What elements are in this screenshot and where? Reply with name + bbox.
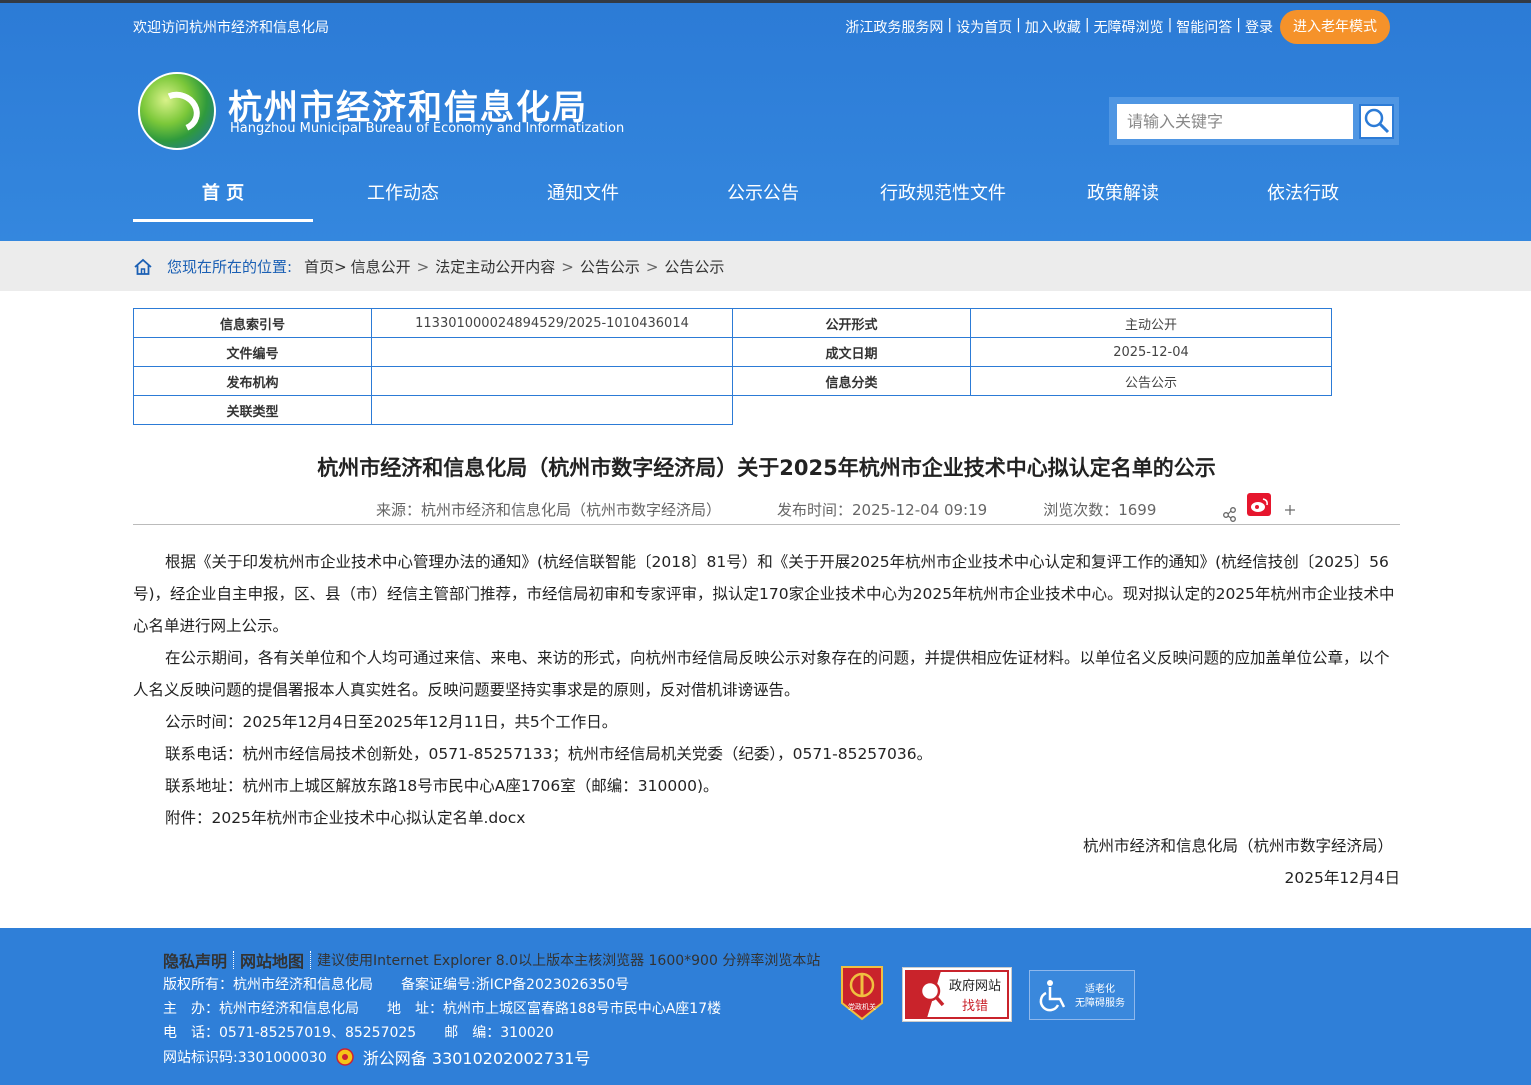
accessibility-text-1: 适老化 — [1085, 982, 1115, 995]
breadcrumb: 您现在所在的位置: 首页> 信息公开 > 法定主动公开内容 > 公告公示 > 公… — [133, 256, 724, 277]
breadcrumb-statutory[interactable]: 法定主动公开内容 — [435, 256, 555, 277]
search-icon — [1364, 108, 1390, 134]
elder-mode-button[interactable]: 进入老年模式 — [1280, 10, 1390, 44]
meta-value: 113301000024894529/2025-1010436014 — [371, 308, 733, 338]
footer-browser-note: 建议使用Internet Explorer 8.0以上版本主核浏览器 1600*… — [317, 953, 821, 969]
meta-key: 发布机构 — [133, 366, 372, 396]
search-button[interactable] — [1359, 104, 1394, 139]
nav-home[interactable]: 首 页 — [133, 172, 313, 222]
footer-privacy-link[interactable]: 隐私声明 — [163, 948, 227, 972]
meta-key: 信息索引号 — [133, 308, 372, 338]
article-source: 来源：杭州市经济和信息化局（杭州市数字经济局） — [376, 501, 722, 519]
meta-value — [371, 395, 733, 425]
breadcrumb-info-public[interactable]: 信息公开 — [351, 256, 411, 277]
gov-error-icon: 政府网站 找错 — [905, 970, 1009, 1019]
article-title: 杭州市经济和信息化局（杭州市数字经济局）关于2025年杭州市企业技术中心拟认定名… — [317, 456, 1216, 480]
top-link-accessibility[interactable]: 无障碍浏览 — [1094, 17, 1164, 37]
party-gov-badge[interactable]: 党政机关 — [836, 963, 888, 1023]
party-gov-text: 党政机关 — [848, 1002, 876, 1011]
top-link-set-home[interactable]: 设为首页 — [956, 17, 1012, 37]
table-row: 发布机构 信息分类 公告公示 — [133, 366, 1332, 396]
meta-value: 主动公开 — [970, 308, 1332, 338]
top-link-smart-qa[interactable]: 智能问答 — [1176, 17, 1232, 37]
footer-host: 主 办：杭州市经济和信息化局 地 址：杭州市上城区富春路188号市民中心A座17… — [163, 1001, 722, 1017]
footer-sitemap-link[interactable]: 网站地图 — [240, 948, 304, 972]
meta-value: 2025-12-04 — [970, 337, 1332, 367]
article-sign-date: 2025年12月4日 — [1284, 869, 1400, 887]
nav-regulations[interactable]: 行政规范性文件 — [853, 172, 1033, 222]
more-share-icon[interactable] — [1285, 505, 1295, 515]
accessibility-text-2: 无障碍服务 — [1075, 996, 1125, 1009]
article-paragraph: 联系电话：杭州市经信局技术创新处，0571-85257133；杭州市经信局机关党… — [165, 745, 933, 763]
nav-policy-interpretation[interactable]: 政策解读 — [1033, 172, 1213, 222]
share-icon[interactable] — [1223, 507, 1236, 522]
footer-site-id: 网站标识码:3301000030 — [163, 1050, 327, 1066]
article-views: 浏览次数：1699 — [1043, 501, 1157, 519]
meta-value — [371, 337, 733, 367]
article-divider — [133, 524, 1400, 525]
gov-error-text-1: 政府网站 — [949, 979, 1001, 994]
top-links: 浙江政务服务网 | 设为首页 | 加入收藏 | 无障碍浏览 | 智能问答 | 登录 — [845, 17, 1273, 37]
footer-ids: 网站标识码:3301000030 浙公网备 33010202002731号 — [163, 1045, 590, 1069]
top-link-login[interactable]: 登录 — [1245, 17, 1273, 37]
article-body: 根据《关于印发杭州市企业技术中心管理办法的通知》(杭经信联智能〔2018〕81号… — [133, 546, 1400, 834]
home-icon — [134, 258, 152, 275]
site-subtitle: Hangzhou Municipal Bureau of Economy and… — [230, 121, 625, 136]
elderly-accessibility-badge[interactable]: 适老化 无障碍服务 — [1029, 970, 1135, 1020]
footer-copyright: 版权所有：杭州市经济和信息化局 备案证编号:浙ICP备2023026350号 — [163, 977, 630, 993]
empty-cell — [733, 396, 971, 425]
table-row: 文件编号 成文日期 2025-12-04 — [133, 337, 1332, 367]
footer-links: 隐私声明 网站地图 建议使用Internet Explorer 8.0以上版本主… — [163, 948, 820, 972]
meta-key: 关联类型 — [133, 395, 372, 425]
article-publish-time: 发布时间：2025-12-04 09:19 — [777, 501, 988, 519]
police-badge-icon — [336, 1048, 354, 1066]
meta-key: 成文日期 — [732, 337, 971, 367]
meta-value — [371, 366, 733, 396]
article-paragraph: 根据《关于印发杭州市企业技术中心管理办法的通知》(杭经信联智能〔2018〕81号… — [133, 553, 1395, 635]
breadcrumb-announcement-1[interactable]: 公告公示 — [580, 256, 640, 277]
breadcrumb-separator: > — [561, 257, 574, 276]
nav-work-news[interactable]: 工作动态 — [313, 172, 493, 222]
attachment-link[interactable]: 附件：2025年杭州市企业技术中心拟认定名单.docx — [165, 809, 525, 827]
nav-law-admin[interactable]: 依法行政 — [1213, 172, 1393, 222]
article-paragraph: 公示时间：2025年12月4日至2025年12月11日，共5个工作日。 — [165, 713, 618, 731]
article-signature: 杭州市经济和信息化局（杭州市数字经济局） — [1082, 837, 1393, 855]
top-link-favorite[interactable]: 加入收藏 — [1025, 17, 1081, 37]
gov-site-error-badge[interactable]: 政府网站 找错 — [902, 967, 1012, 1022]
table-row: 信息索引号 113301000024894529/2025-1010436014… — [133, 308, 1332, 338]
nav-announcements[interactable]: 公示公告 — [673, 172, 853, 222]
breadcrumb-announcement-2[interactable]: 公告公示 — [664, 256, 724, 277]
empty-cell — [971, 396, 1332, 425]
welcome-text: 欢迎访问杭州市经济和信息化局 — [133, 20, 329, 36]
search-input[interactable] — [1117, 104, 1353, 139]
party-gov-icon: 党政机关 — [841, 966, 883, 1021]
meta-value: 公告公示 — [970, 366, 1332, 396]
breadcrumb-home[interactable]: 首页> — [304, 256, 347, 277]
meta-key: 公开形式 — [732, 308, 971, 338]
meta-key: 信息分类 — [732, 366, 971, 396]
article-paragraph: 联系地址：杭州市上城区解放东路18号市民中心A座1706室（邮编：310000)… — [165, 777, 719, 795]
gov-error-text-2: 找错 — [962, 999, 988, 1014]
weibo-icon[interactable] — [1247, 493, 1271, 516]
breadcrumb-label: 您现在所在的位置: — [167, 258, 293, 276]
breadcrumb-separator: > — [645, 257, 659, 276]
info-meta-table: 信息索引号 113301000024894529/2025-1010436014… — [133, 308, 1332, 425]
article-paragraph: 在公示期间，各有关单位和个人均可通过来信、来电、来访的形式，向杭州市经信局反映公… — [133, 649, 1390, 699]
top-link-zjzwfw[interactable]: 浙江政务服务网 — [845, 17, 943, 37]
wheelchair-icon: 适老化 无障碍服务 — [1039, 980, 1125, 1012]
meta-key: 文件编号 — [133, 337, 372, 367]
nav-notices[interactable]: 通知文件 — [493, 172, 673, 222]
breadcrumb-separator: > — [416, 257, 430, 276]
article-info: 来源：杭州市经济和信息化局（杭州市数字经济局） 发布时间：2025-12-04 … — [376, 499, 1212, 520]
share-tools — [1218, 492, 1308, 522]
footer-police-record[interactable]: 浙公网备 33010202002731号 — [363, 1045, 591, 1069]
footer-phone: 电 话：0571-85257019、85257025 邮 编：310020 — [163, 1025, 554, 1041]
main-nav: 首 页 工作动态 通知文件 公示公告 行政规范性文件 政策解读 依法行政 — [133, 172, 1393, 222]
table-row: 关联类型 — [133, 395, 1332, 425]
